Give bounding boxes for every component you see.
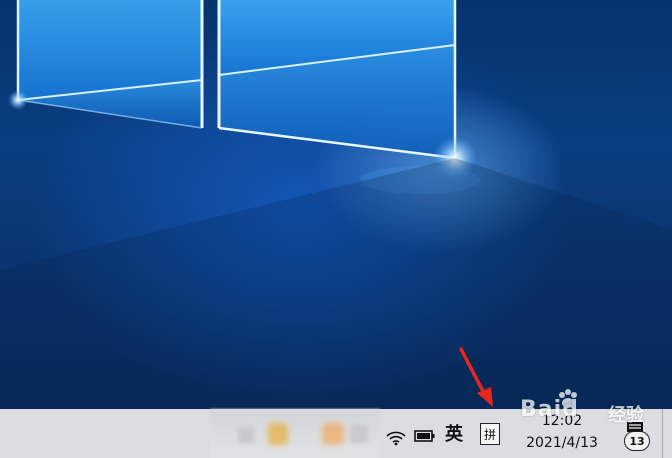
watermark-text: Baid (520, 397, 579, 422)
blurred-tray-icon[interactable] (238, 427, 254, 443)
input-language-indicator[interactable]: 英 (442, 419, 466, 447)
annotation-arrow (459, 347, 493, 407)
blurred-tray-icon[interactable] (350, 425, 368, 443)
battery-icon[interactable] (414, 427, 436, 445)
watermark: Baid 经验 (508, 381, 658, 431)
windows-logo-wallpaper (0, 0, 672, 409)
ime-mode-indicator[interactable]: 拼 (480, 423, 500, 445)
blurred-tray-icon[interactable] (268, 423, 288, 445)
show-desktop-button[interactable] (662, 409, 663, 458)
notification-count-badge: 13 (624, 431, 650, 451)
clock-date: 2021/4/13 (526, 435, 598, 451)
blurred-tray-icon[interactable] (322, 423, 344, 445)
desktop-wallpaper (0, 0, 672, 409)
wifi-icon[interactable] (385, 425, 407, 447)
watermark-sub: 经验 (608, 405, 644, 426)
